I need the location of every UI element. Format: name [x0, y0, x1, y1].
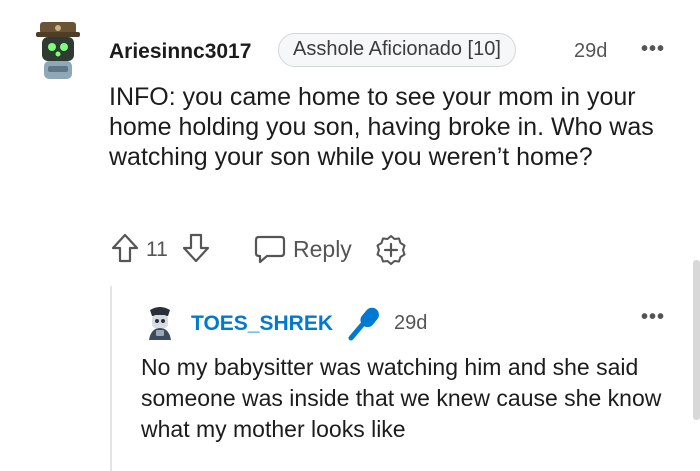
speech-bubble-icon [253, 233, 287, 265]
vote-score: 11 [146, 238, 168, 261]
reply-username[interactable]: TOES_SHREK [191, 312, 333, 336]
downvote-icon[interactable] [181, 232, 211, 264]
avatar[interactable] [142, 306, 178, 342]
reply-body: No my babysitter was watching him and sh… [141, 354, 662, 442]
scrollbar[interactable] [693, 260, 700, 420]
avatar[interactable] [34, 20, 82, 82]
more-options-icon[interactable]: ••• [641, 306, 665, 329]
reply-age: 29d [394, 312, 428, 334]
comment-body: INFO: you came home to see your mom in y… [109, 83, 654, 171]
comment-username[interactable]: Ariesinnc3017 [109, 40, 251, 64]
reply-label: Reply [293, 235, 352, 262]
user-flair: Asshole Aficionado [10] [278, 33, 516, 67]
microphone-icon [346, 304, 382, 342]
award-icon[interactable] [375, 234, 407, 266]
thread-line[interactable] [110, 286, 112, 471]
more-options-icon[interactable]: ••• [641, 38, 665, 61]
upvote-icon[interactable] [110, 232, 140, 264]
reply-button[interactable]: Reply [253, 232, 352, 266]
comment-age: 29d [574, 40, 608, 62]
